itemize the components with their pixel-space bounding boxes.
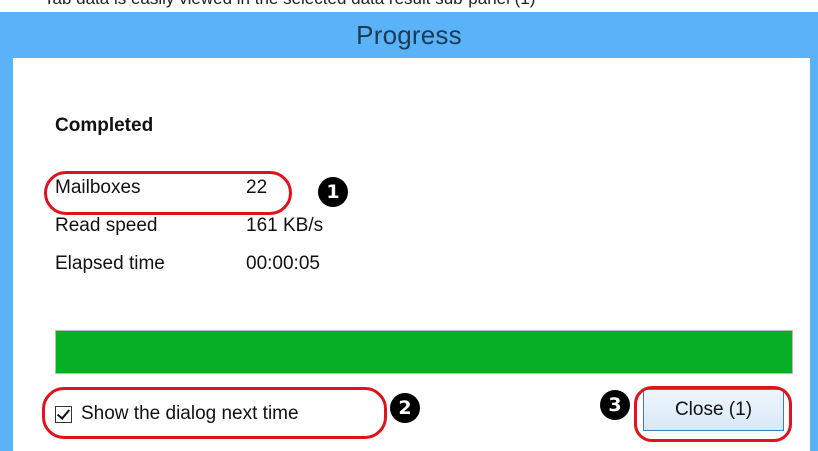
annotation-badge-1: 1 [318, 177, 348, 207]
annotation-highlight-1 [44, 171, 292, 215]
progress-bar [55, 330, 793, 374]
stat-label: Read speed [55, 215, 158, 236]
screenshot: Tab data is easily viewed in the selecte… [0, 0, 818, 451]
stat-value: 00:00:05 [246, 253, 320, 274]
status-heading: Completed [55, 115, 154, 136]
annotation-highlight-2 [42, 387, 387, 439]
title-bar[interactable]: Progress [0, 12, 818, 58]
annotation-highlight-3 [634, 386, 792, 442]
stat-value: 161 KB/s [246, 215, 324, 236]
progress-fill [56, 331, 792, 373]
window-title: Progress [356, 19, 462, 50]
stat-label: Elapsed time [55, 253, 165, 274]
annotation-badge-2: 2 [390, 393, 420, 423]
annotation-badge-3: 3 [600, 390, 630, 420]
top-caption: Tab data is easily viewed in the selecte… [44, 0, 535, 8]
